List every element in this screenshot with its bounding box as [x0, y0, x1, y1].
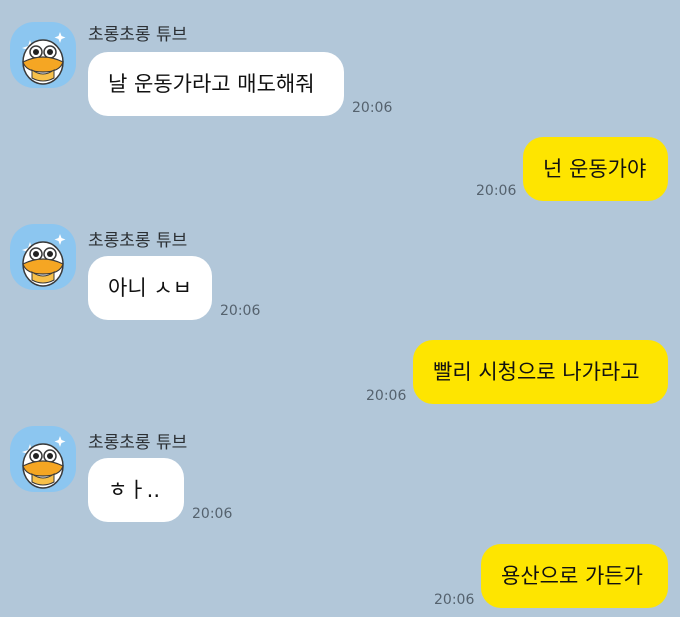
message-timestamp: 20:06: [476, 183, 517, 199]
message-timestamp: 20:06: [352, 100, 393, 116]
tube-duck-avatar-icon[interactable]: [10, 22, 76, 88]
message-row-incoming: 초롱초롱 튜브 ㅎㅏ.. 20:06: [0, 422, 680, 522]
message-row-outgoing: 20:06 용산으로 가든가: [0, 542, 680, 612]
message-bubble-incoming[interactable]: 날 운동가라고 매도해줘: [88, 52, 344, 116]
sender-name: 초롱초롱 튜브: [88, 433, 188, 453]
tube-duck-avatar-icon[interactable]: [10, 426, 76, 492]
tube-duck-avatar-icon[interactable]: [10, 224, 76, 290]
chat-thread[interactable]: 초롱초롱 튜브 날 운동가라고 매도해줘 20:06 20:06 넌 운동가야 …: [0, 0, 680, 617]
message-bubble-incoming[interactable]: ㅎㅏ..: [88, 458, 184, 522]
message-bubble-outgoing[interactable]: 넌 운동가야: [523, 137, 668, 201]
message-row-incoming: 초롱초롱 튜브 날 운동가라고 매도해줘 20:06: [0, 18, 680, 118]
message-row-outgoing: 20:06 넌 운동가야: [0, 135, 680, 205]
sender-name: 초롱초롱 튜브: [88, 231, 188, 251]
message-timestamp: 20:06: [366, 388, 407, 404]
message-bubble-outgoing[interactable]: 용산으로 가든가: [481, 544, 668, 608]
sender-name: 초롱초롱 튜브: [88, 25, 188, 45]
message-bubble-incoming[interactable]: 아니 ㅅㅂ: [88, 256, 212, 320]
message-timestamp: 20:06: [220, 303, 261, 319]
message-bubble-outgoing[interactable]: 빨리 시청으로 나가라고: [413, 340, 668, 404]
message-row-incoming: 초롱초롱 튜브 아니 ㅅㅂ 20:06: [0, 220, 680, 320]
message-row-outgoing: 20:06 빨리 시청으로 나가라고: [0, 338, 680, 408]
message-timestamp: 20:06: [192, 506, 233, 522]
message-timestamp: 20:06: [434, 592, 475, 608]
